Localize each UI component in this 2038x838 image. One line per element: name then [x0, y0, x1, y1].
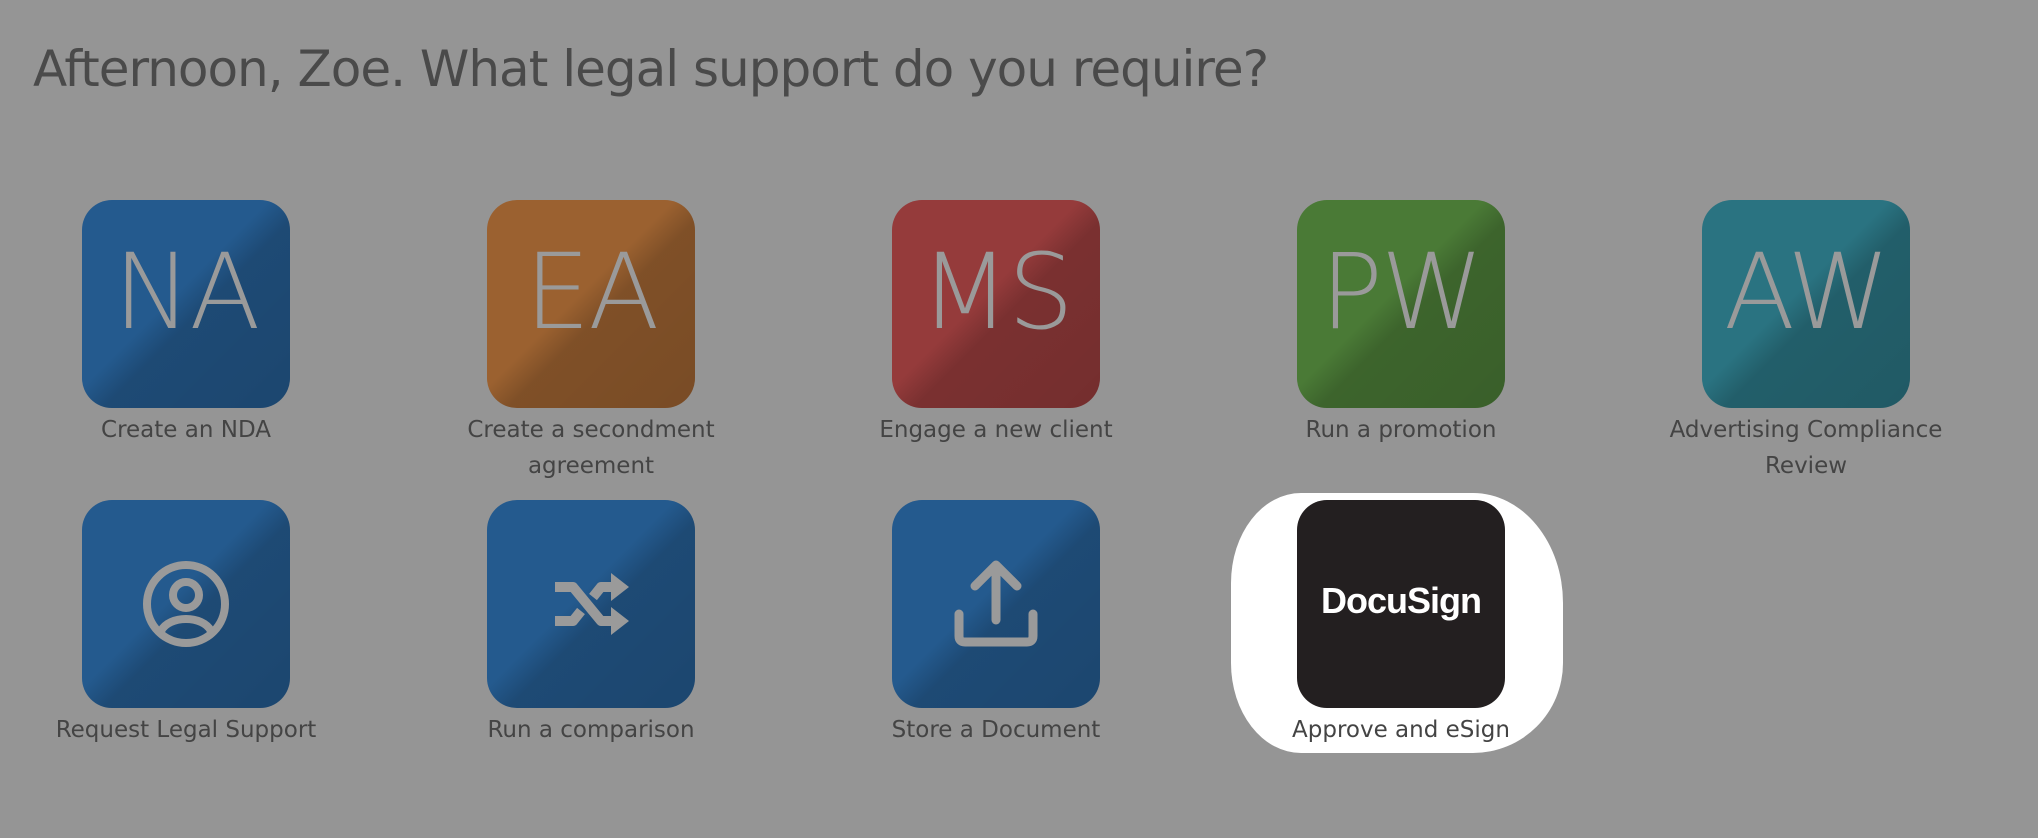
tile-create-nda[interactable]: NA Create an NDA: [36, 200, 336, 448]
user-circle-icon: [143, 561, 229, 647]
tile-initials: AW: [1723, 231, 1890, 353]
tile-icon-box[interactable]: PW: [1297, 200, 1505, 408]
tile-icon-box[interactable]: [487, 500, 695, 708]
tile-icon-box[interactable]: MS: [892, 200, 1100, 408]
tile-label[interactable]: Create an NDA: [36, 412, 336, 448]
tile-label[interactable]: Create a secondment agreement: [441, 412, 741, 484]
tile-label[interactable]: Run a comparison: [441, 712, 741, 748]
tile-run-comparison[interactable]: Run a comparison: [441, 500, 741, 748]
tile-approve-and-esign[interactable]: DocuSign Approve and eSign: [1251, 500, 1551, 748]
tile-label[interactable]: Advertising Compliance Review: [1656, 412, 1956, 484]
tile-initials: NA: [113, 231, 261, 353]
shuffle-icon: [555, 573, 629, 635]
tile-icon-box[interactable]: [82, 500, 290, 708]
tile-create-secondment-agreement[interactable]: EA Create a secondment agreement: [441, 200, 741, 484]
tile-icon-box[interactable]: EA: [487, 200, 695, 408]
tile-icon-box[interactable]: DocuSign: [1297, 500, 1505, 708]
tile-initials: MS: [920, 231, 1074, 353]
tile-advertising-compliance-review[interactable]: AW Advertising Compliance Review: [1656, 200, 1956, 484]
tile-icon-box[interactable]: [892, 500, 1100, 708]
legal-support-page: Afternoon, Zoe. What legal support do yo…: [0, 0, 2038, 838]
tile-label[interactable]: Run a promotion: [1251, 412, 1551, 448]
tile-icon-box[interactable]: NA: [82, 200, 290, 408]
upload-icon: [954, 560, 1038, 647]
tile-store-document[interactable]: Store a Document: [846, 500, 1146, 748]
tile-initials: PW: [1320, 231, 1484, 353]
docusign-logo: DocuSign: [1321, 580, 1482, 621]
tile-run-promotion[interactable]: PW Run a promotion: [1251, 200, 1551, 448]
tile-label[interactable]: Request Legal Support: [36, 712, 336, 748]
tile-label[interactable]: Store a Document: [846, 712, 1146, 748]
tile-request-legal-support[interactable]: Request Legal Support: [36, 500, 336, 748]
tile-label[interactable]: Approve and eSign: [1251, 712, 1551, 748]
tile-label[interactable]: Engage a new client: [846, 412, 1146, 448]
tile-engage-new-client[interactable]: MS Engage a new client: [846, 200, 1146, 448]
tile-icon-box[interactable]: AW: [1702, 200, 1910, 408]
greeting-heading: Afternoon, Zoe. What legal support do yo…: [33, 40, 1269, 98]
tile-initials: EA: [524, 231, 660, 353]
